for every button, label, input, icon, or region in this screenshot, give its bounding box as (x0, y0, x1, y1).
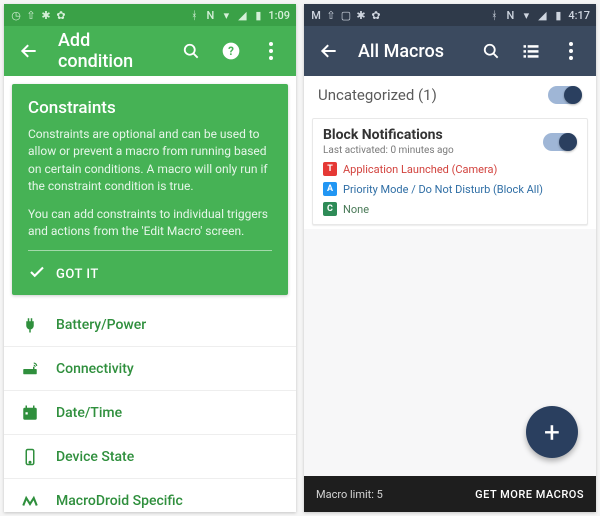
category-header-uncategorized[interactable]: Uncategorized (1) (304, 76, 596, 114)
action-badge-icon: A (323, 182, 337, 196)
macrodroid-icon (20, 491, 40, 511)
screen-add-condition: ◷ ⇧ ✱ ✿ ᚼ N ▾ ◢ ▮ 1:09 Add condition ? C… (4, 4, 296, 512)
status-bar: M ⇧ ▢ ✱ ✿ ᚼ N ▾ ◢ ▮ 4:17 (304, 4, 596, 26)
trigger-text: Application Launched (Camera) (343, 163, 497, 176)
trigger-badge-icon: T (323, 162, 337, 176)
category-label: MacroDroid Specific (56, 493, 183, 509)
bluetooth-icon: ᚼ (488, 9, 500, 21)
signal-icon: ◢ (236, 9, 248, 21)
category-label: Battery/Power (56, 317, 146, 333)
category-device-state[interactable]: Device State (4, 435, 296, 479)
card-text-2: You can add constraints to individual tr… (28, 206, 272, 241)
category-header-label: Uncategorized (1) (318, 86, 437, 104)
battery-icon: ▮ (252, 9, 264, 21)
card-divider (28, 250, 272, 251)
router-icon (20, 359, 40, 379)
app-bar: All Macros (304, 26, 596, 76)
category-connectivity[interactable]: Connectivity (4, 347, 296, 391)
screen-all-macros: M ⇧ ▢ ✱ ✿ ᚼ N ▾ ◢ ▮ 4:17 All Macros Unca… (304, 4, 596, 512)
bluetooth-icon: ᚼ (188, 9, 200, 21)
got-it-button[interactable]: GOT IT (28, 257, 272, 285)
category-battery-power[interactable]: Battery/Power (4, 303, 296, 347)
app-indicator-icon: ◷ (10, 9, 22, 21)
help-icon[interactable]: ? (220, 40, 242, 62)
get-more-macros-button[interactable]: GET MORE MACROS (475, 488, 584, 501)
nfc-icon: N (204, 9, 216, 21)
clock: 4:17 (568, 9, 590, 22)
category-label: Connectivity (56, 361, 134, 377)
search-icon[interactable] (480, 40, 502, 62)
clock: 1:09 (268, 9, 290, 22)
overflow-icon[interactable] (560, 40, 582, 62)
back-icon[interactable] (318, 40, 340, 62)
sync-icon: ✱ (355, 9, 367, 21)
category-toggle[interactable] (548, 86, 582, 104)
plug-icon (20, 315, 40, 335)
leaf-icon: ✿ (55, 9, 67, 21)
category-list: Battery/Power Connectivity Date/Time Dev… (4, 303, 296, 512)
constraint-text: None (343, 203, 369, 216)
macro-trigger-row: T Application Launched (Camera) (323, 162, 577, 176)
macro-limit-label: Macro limit: 5 (316, 488, 383, 501)
page-title: All Macros (358, 41, 462, 62)
upload-icon: ⇧ (25, 9, 37, 21)
action-text: Priority Mode / Do Not Disturb (Block Al… (343, 183, 543, 196)
macro-title: Block Notifications (323, 127, 454, 143)
category-label: Date/Time (56, 405, 122, 421)
sync-icon: ✱ (40, 9, 52, 21)
constraint-badge-icon: C (323, 202, 337, 216)
category-date-time[interactable]: Date/Time (4, 391, 296, 435)
macro-toggle[interactable] (543, 133, 577, 151)
macro-constraint-row: C None (323, 202, 577, 216)
wifi-icon: ▾ (220, 9, 232, 21)
phone-icon (20, 447, 40, 467)
screenshot-icon: ▢ (340, 9, 352, 21)
got-it-label: GOT IT (56, 267, 99, 282)
overflow-icon[interactable] (260, 40, 282, 62)
macro-card[interactable]: Block Notifications Last activated: 0 mi… (312, 118, 588, 225)
calendar-icon (20, 403, 40, 423)
nfc-icon: N (504, 9, 516, 21)
check-icon (28, 263, 46, 285)
search-icon[interactable] (180, 40, 202, 62)
upload-icon: ⇧ (325, 9, 337, 21)
category-label: Device State (56, 449, 134, 465)
svg-text:?: ? (228, 44, 234, 58)
status-bar: ◷ ⇧ ✱ ✿ ᚼ N ▾ ◢ ▮ 1:09 (4, 4, 296, 26)
wifi-icon: ▾ (520, 9, 532, 21)
add-macro-fab[interactable]: + (526, 406, 578, 458)
bottom-bar: Macro limit: 5 GET MORE MACROS (304, 476, 596, 512)
card-heading: Constraints (28, 98, 272, 118)
back-icon[interactable] (18, 40, 40, 62)
leaf-icon: ✿ (370, 9, 382, 21)
category-macrodroid-specific[interactable]: MacroDroid Specific (4, 479, 296, 512)
constraints-info-card: Constraints Constraints are optional and… (12, 84, 288, 295)
list-view-icon[interactable] (520, 40, 542, 62)
app-bar: Add condition ? (4, 26, 296, 76)
signal-icon: ◢ (536, 9, 548, 21)
macrodroid-indicator-icon: M (310, 9, 322, 21)
macro-action-row: A Priority Mode / Do Not Disturb (Block … (323, 182, 577, 196)
plus-icon: + (544, 416, 560, 449)
macro-subtitle: Last activated: 0 minutes ago (323, 145, 454, 156)
page-title: Add condition (58, 30, 162, 72)
card-text-1: Constraints are optional and can be used… (28, 126, 272, 196)
battery-icon: ▮ (552, 9, 564, 21)
